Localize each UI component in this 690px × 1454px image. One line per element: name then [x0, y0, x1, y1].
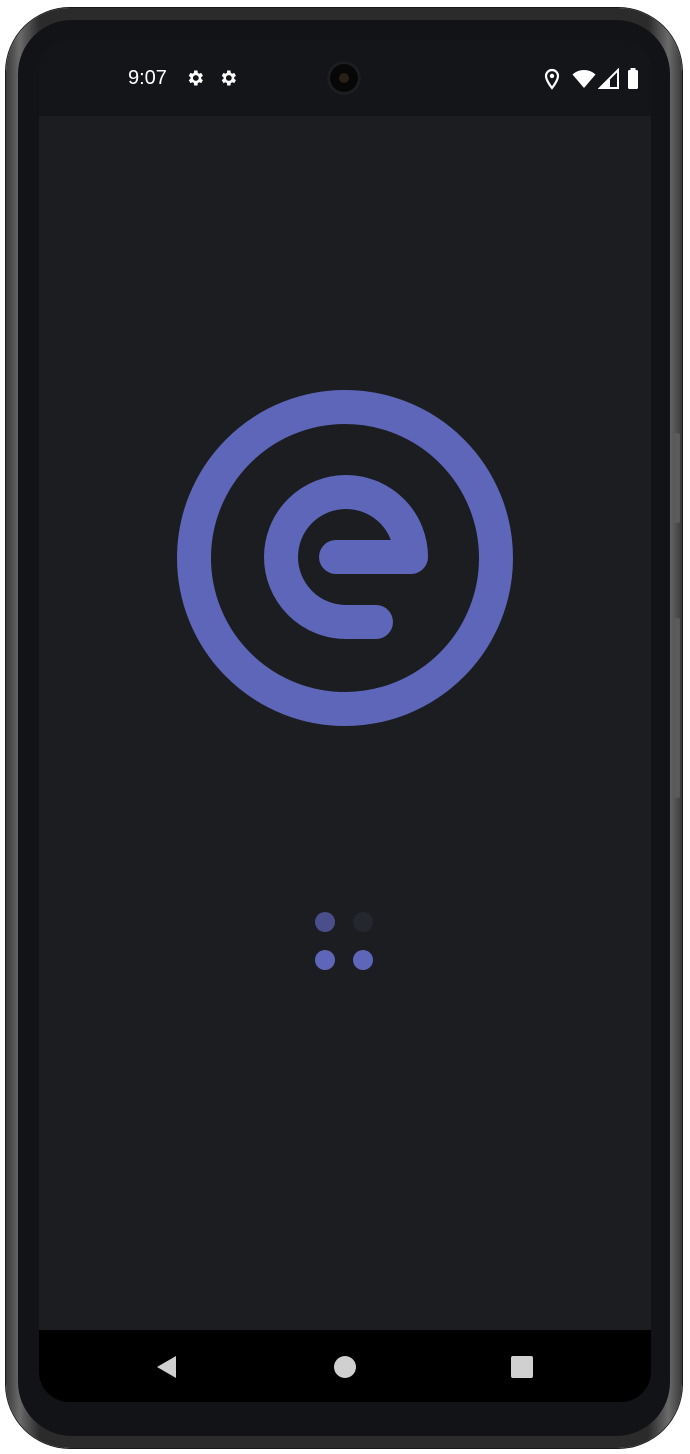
- status-time: 9:07: [128, 67, 167, 89]
- battery-icon: [628, 68, 638, 89]
- loading-indicator: [315, 912, 375, 972]
- front-camera: [327, 61, 361, 95]
- power-button: [674, 618, 680, 798]
- navigation-bar: [39, 1330, 651, 1402]
- volume-button: [674, 433, 680, 523]
- loading-dot: [315, 912, 335, 932]
- app-logo: [177, 390, 513, 726]
- signal-icon: [598, 68, 619, 89]
- loading-dot: [353, 950, 373, 970]
- recents-icon[interactable]: [507, 1352, 537, 1382]
- splash-screen: [39, 116, 651, 1330]
- wifi-icon: [572, 70, 596, 88]
- screen: 9:07: [39, 40, 651, 1402]
- settings-icon: [221, 70, 236, 86]
- status-bar: 9:07: [39, 40, 651, 116]
- loading-dot: [315, 950, 335, 970]
- location-icon: [544, 68, 560, 90]
- back-icon[interactable]: [152, 1352, 182, 1382]
- home-icon[interactable]: [330, 1352, 360, 1382]
- loading-dot: [353, 912, 373, 932]
- settings-icon: [188, 70, 203, 86]
